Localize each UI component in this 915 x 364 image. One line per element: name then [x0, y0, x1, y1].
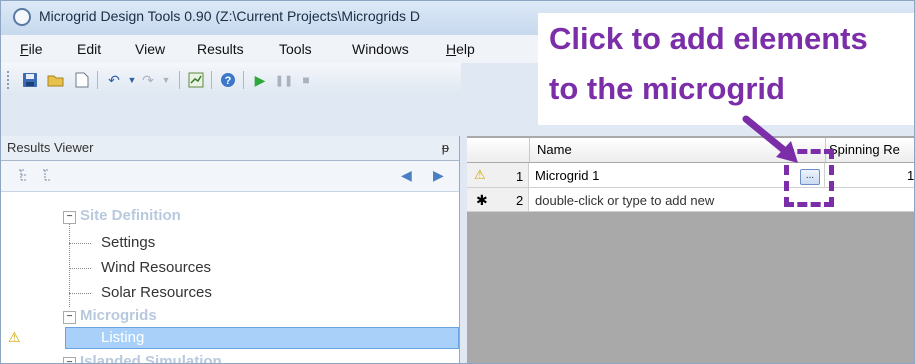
tree-group-islanded-simulation[interactable]: − Islanded Simulation: [63, 353, 222, 363]
pause-icon[interactable]: ❚❚: [275, 71, 293, 89]
warning-icon: ⚠: [8, 329, 21, 345]
annotation-line-2: to the microgrid: [549, 71, 785, 106]
grid-header: Name Spinning Re: [467, 138, 914, 163]
tree-item-wind-resources[interactable]: Wind Resources: [101, 259, 211, 276]
new-row[interactable]: double-click or type to add new: [529, 188, 914, 212]
column-divider: [529, 138, 530, 162]
annotation-line-1: Click to add elements: [549, 21, 868, 56]
warning-icon: ⚠: [474, 167, 486, 182]
next-arrow-icon[interactable]: ▶: [433, 167, 444, 184]
tree-item-settings[interactable]: Settings: [101, 234, 155, 251]
collapse-toggle-icon[interactable]: −: [63, 357, 76, 363]
toolbar-separator: [243, 71, 244, 89]
new-row-icon: ✱: [476, 192, 488, 208]
cell-name[interactable]: Microgrid 1: [535, 168, 599, 183]
undo-icon[interactable]: ↶: [105, 71, 123, 89]
tree-connector: [69, 243, 91, 244]
save-icon[interactable]: [21, 71, 39, 89]
run-icon[interactable]: ▶: [251, 71, 269, 89]
menu-file[interactable]: File: [20, 41, 43, 57]
tree-group-site-definition[interactable]: − Site Definition: [63, 207, 181, 224]
window-title: Microgrid Design Tools 0.90 (Z:\Current …: [39, 8, 420, 24]
pin-icon[interactable]: ᵽ: [442, 140, 449, 155]
toolbar-separator: [179, 71, 180, 89]
previous-arrow-icon[interactable]: ◀: [401, 167, 412, 184]
row-number: 1: [516, 169, 524, 184]
column-header-name[interactable]: Name: [537, 142, 572, 157]
app-icon: [13, 8, 31, 26]
row-number: 2: [516, 193, 524, 208]
toolbar-separator: [97, 71, 98, 89]
panel-toolbar: ◀ ▶: [1, 161, 459, 192]
collapse-toggle-icon[interactable]: −: [63, 211, 76, 224]
main-toolbar: ↶ ▼ ↷ ▼ ? ▶ ❚❚ ■: [1, 63, 461, 95]
cell-spinning-reserve[interactable]: 1: [825, 163, 914, 188]
panel-header: Results Viewer ᵽ: [1, 136, 459, 161]
app-window: Microgrid Design Tools 0.90 (Z:\Current …: [0, 0, 915, 364]
menu-windows[interactable]: Windows: [352, 41, 409, 57]
column-header-spinning-reserve[interactable]: Spinning Re: [829, 142, 900, 157]
tree-connector: [69, 293, 91, 294]
new-row-placeholder[interactable]: double-click or type to add new: [535, 193, 714, 208]
toolbar-grip[interactable]: [7, 71, 12, 89]
tree-connector: [69, 223, 70, 307]
annotation-highlight-box: [784, 149, 834, 207]
collapse-toggle-icon[interactable]: −: [63, 311, 76, 324]
toolbar-separator: [211, 71, 212, 89]
panel-title: Results Viewer: [7, 140, 94, 155]
redo-icon[interactable]: ↷: [139, 71, 157, 89]
tree-item-solar-resources[interactable]: Solar Resources: [101, 284, 212, 301]
open-folder-icon[interactable]: [47, 71, 65, 89]
menu-results[interactable]: Results: [197, 41, 244, 57]
new-document-icon[interactable]: [73, 71, 91, 89]
menu-help[interactable]: Help: [446, 41, 475, 57]
menu-edit[interactable]: Edit: [77, 41, 101, 57]
expand-all-icon[interactable]: [17, 167, 33, 186]
report-icon[interactable]: [187, 71, 205, 89]
tree-connector: [69, 268, 91, 269]
collapse-all-icon[interactable]: [41, 167, 57, 186]
svg-text:?: ?: [225, 75, 232, 87]
menu-view[interactable]: View: [135, 41, 165, 57]
menu-tools[interactable]: Tools: [279, 41, 312, 57]
tree-item-listing[interactable]: Listing: [101, 329, 144, 346]
redo-dropdown-icon[interactable]: ▼: [157, 71, 175, 89]
help-icon[interactable]: ?: [219, 71, 237, 89]
tree-group-microgrids[interactable]: − Microgrids: [63, 307, 157, 324]
stop-icon[interactable]: ■: [297, 71, 315, 89]
